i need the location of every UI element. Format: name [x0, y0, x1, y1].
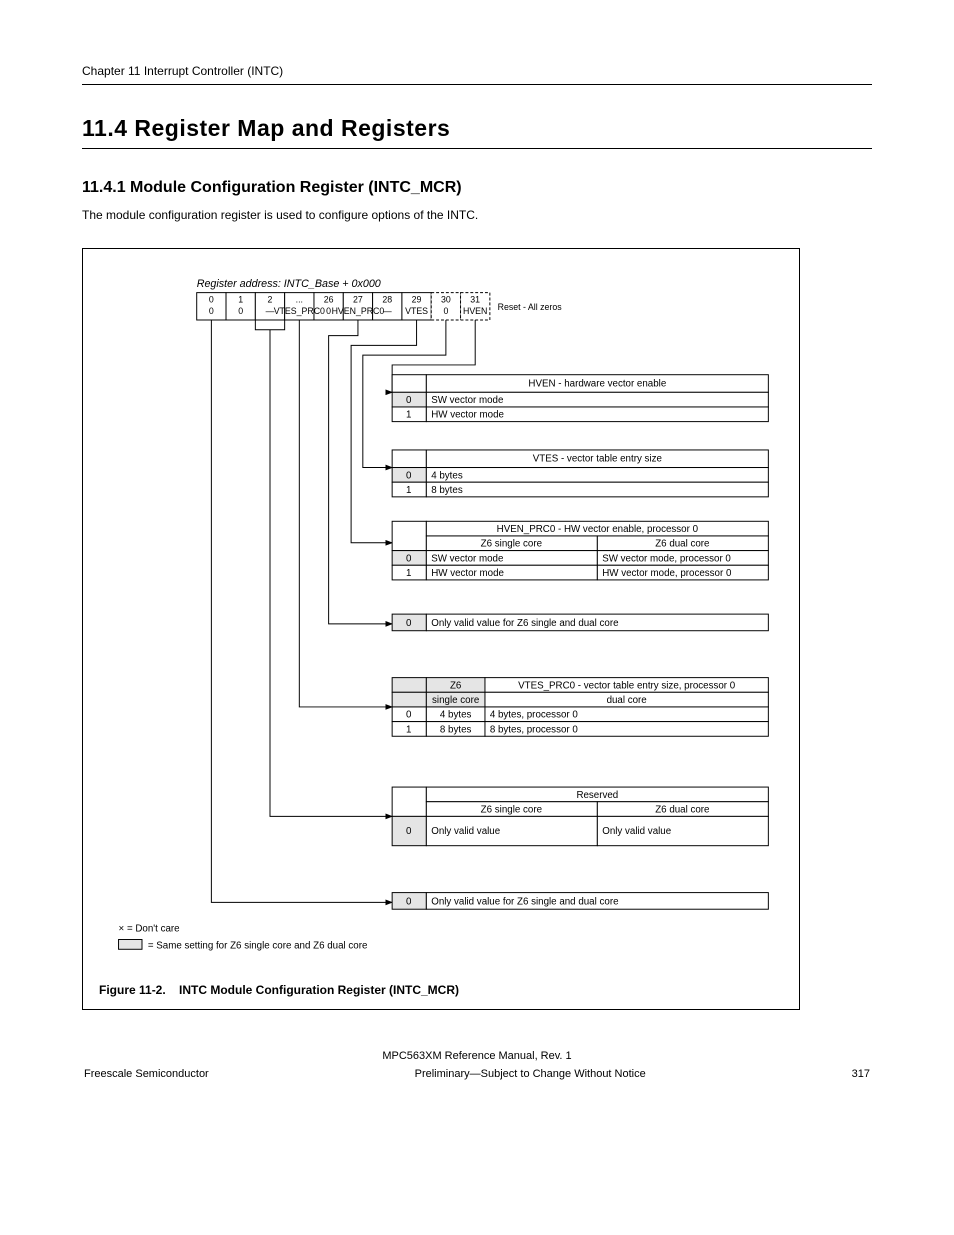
svg-text:VTES - vector table entry size: VTES - vector table entry size — [533, 453, 662, 464]
note-legend: = Same setting for Z6 single core and Z6… — [148, 940, 368, 951]
svg-text:Z6 single core: Z6 single core — [481, 804, 542, 815]
svg-text:0: 0 — [406, 618, 412, 629]
svg-text:HVEN: HVEN — [463, 306, 487, 316]
intro-text: The module configuration register is use… — [82, 207, 872, 224]
footer-page-number: 317 — [852, 1068, 870, 1080]
table-vtes: VTES - vector table entry size 0 4 bytes… — [392, 450, 768, 497]
svg-text:1: 1 — [406, 485, 411, 496]
svg-text:Only valid value: Only valid value — [602, 826, 671, 837]
svg-text:1: 1 — [406, 568, 411, 579]
svg-text:1: 1 — [238, 294, 243, 304]
footer-doc-title: MPC563XM Reference Manual, Rev. 1 — [84, 1050, 870, 1062]
svg-text:single core: single core — [432, 695, 479, 706]
svg-text:0: 0 — [209, 306, 214, 316]
svg-text:0: 0 — [406, 553, 412, 564]
svg-text:dual core: dual core — [607, 695, 647, 706]
svg-text:HW vector mode: HW vector mode — [431, 410, 504, 421]
svg-text:SW vector mode, processor 0: SW vector mode, processor 0 — [602, 553, 731, 564]
svg-text:1: 1 — [406, 724, 411, 735]
svg-text:Reserved: Reserved — [576, 790, 618, 801]
section-title: 11.4 Register Map and Registers — [82, 115, 872, 142]
svg-text:26: 26 — [324, 294, 334, 304]
table-hven: HVEN - hardware vector enable 0 SW vecto… — [392, 375, 768, 422]
figure-number: Figure 11-2. — [99, 983, 179, 997]
note-dontcare: × = Don't care — [119, 923, 180, 934]
svg-text:8 bytes: 8 bytes — [440, 724, 472, 735]
svg-text:0: 0 — [406, 896, 412, 907]
svg-text:SW vector mode: SW vector mode — [431, 553, 503, 564]
svg-text:HVEN - hardware vector enable: HVEN - hardware vector enable — [528, 378, 666, 389]
svg-text:4 bytes, processor 0: 4 bytes, processor 0 — [490, 709, 579, 720]
svg-text:HW vector mode, processor 0: HW vector mode, processor 0 — [602, 568, 732, 579]
svg-text:HVEN_PRC0: HVEN_PRC0 — [332, 306, 385, 316]
svg-text:29: 29 — [412, 294, 422, 304]
svg-text:0: 0 — [406, 470, 412, 481]
svg-text:HW vector mode: HW vector mode — [431, 568, 504, 579]
svg-text:8 bytes, processor 0: 8 bytes, processor 0 — [490, 724, 579, 735]
svg-text:8 bytes: 8 bytes — [431, 485, 463, 496]
register-diagram: Register address: INTC_Base + 0x000 0 1 … — [99, 269, 783, 969]
svg-text:0: 0 — [238, 306, 243, 316]
svg-text:Z6 dual core: Z6 dual core — [655, 804, 709, 815]
svg-text:4 bytes: 4 bytes — [440, 709, 472, 720]
svg-text:27: 27 — [353, 294, 363, 304]
figure-box: Register address: INTC_Base + 0x000 0 1 … — [82, 248, 800, 1010]
svg-text:4 bytes: 4 bytes — [431, 470, 463, 481]
svg-text:VTES_PRC0: VTES_PRC0 — [274, 306, 325, 316]
register-address-label: Register address: INTC_Base + 0x000 — [197, 278, 381, 290]
table-bit28: 0 Only valid value for Z6 single and dua… — [392, 614, 768, 631]
svg-text:30: 30 — [441, 294, 451, 304]
svg-text:VTES_PRC0 - vector table entry: VTES_PRC0 - vector table entry size, pro… — [518, 680, 736, 691]
svg-text:0: 0 — [443, 306, 448, 316]
svg-text:2: 2 — [268, 294, 273, 304]
svg-text:HVEN_PRC0 - HW vector enable,: HVEN_PRC0 - HW vector enable, processor … — [497, 524, 699, 535]
svg-text:—: — — [383, 306, 392, 316]
svg-text:0: 0 — [406, 826, 412, 837]
table-vtes-prc0: Z6 VTES_PRC0 - vector table entry size, … — [392, 677, 768, 736]
svg-text:SW vector mode: SW vector mode — [431, 395, 503, 406]
svg-text:Only valid value: Only valid value — [431, 826, 500, 837]
table-bit0: 0 Only valid value for Z6 single and dua… — [392, 892, 768, 909]
svg-text:31: 31 — [470, 294, 480, 304]
chapter-line: Chapter 11 Interrupt Controller (INTC) — [82, 64, 872, 78]
svg-text:0: 0 — [209, 294, 214, 304]
svg-text:Z6 dual core: Z6 dual core — [655, 538, 709, 549]
svg-text:Only valid value for Z6 single: Only valid value for Z6 single and dual … — [431, 896, 618, 907]
rule-top — [82, 84, 872, 85]
table-hven-prc0: HVEN_PRC0 - HW vector enable, processor … — [392, 521, 768, 580]
svg-text:0: 0 — [406, 395, 412, 406]
subsection-title: 11.4.1 Module Configuration Register (IN… — [82, 179, 872, 197]
svg-text:...: ... — [296, 294, 303, 304]
svg-text:1: 1 — [406, 410, 411, 421]
svg-text:Z6 single core: Z6 single core — [481, 538, 542, 549]
svg-text:0: 0 — [406, 709, 412, 720]
svg-text:0: 0 — [326, 306, 331, 316]
svg-text:VTES: VTES — [405, 306, 428, 316]
footer-preliminary: Preliminary—Subject to Change Without No… — [415, 1068, 646, 1080]
svg-text:28: 28 — [382, 294, 392, 304]
figure-title: INTC Module Configuration Register (INTC… — [179, 983, 459, 997]
page-footer: MPC563XM Reference Manual, Rev. 1 Freesc… — [82, 1050, 872, 1080]
svg-text:Only valid value for Z6 single: Only valid value for Z6 single and dual … — [431, 618, 618, 629]
rule-section — [82, 148, 872, 149]
footer-company: Freescale Semiconductor — [84, 1068, 209, 1080]
svg-text:Z6: Z6 — [450, 680, 461, 691]
reset-label: Reset - All zeros — [498, 302, 563, 312]
table-reserved: Reserved Z6 single core Z6 dual core 0 O… — [392, 787, 768, 846]
